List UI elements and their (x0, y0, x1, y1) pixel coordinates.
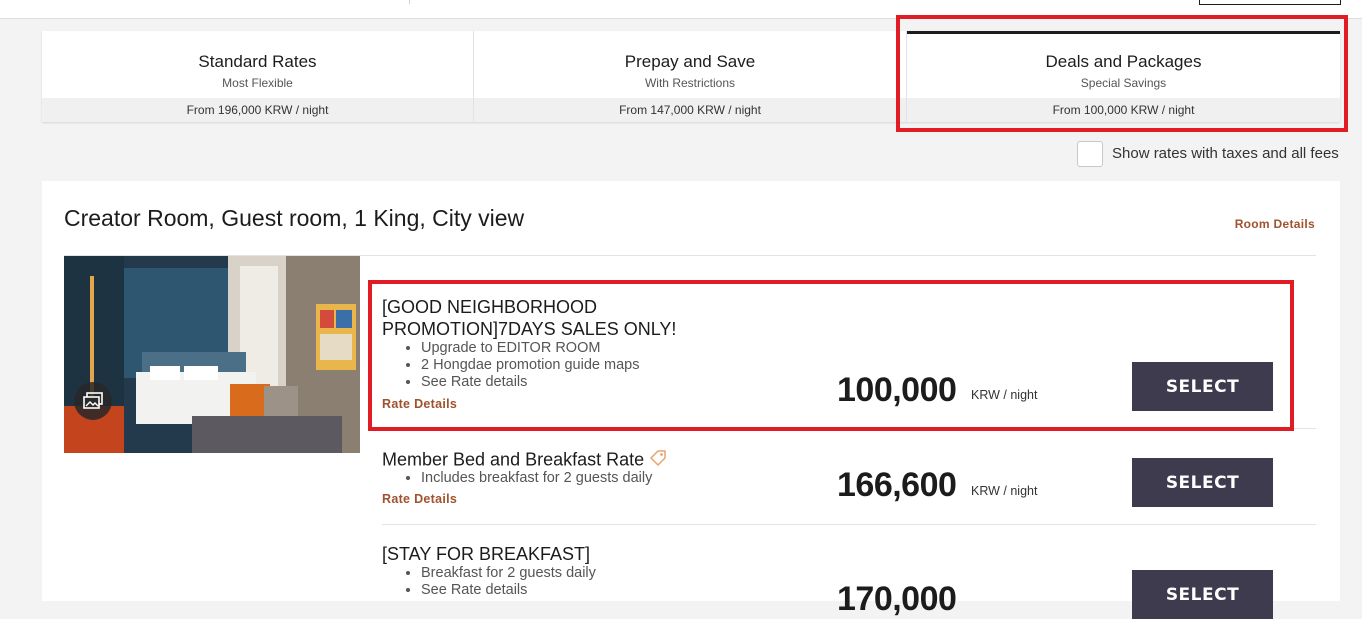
rate-price: 100,000 (837, 371, 957, 409)
active-tab-indicator (907, 31, 1340, 34)
list-item: Breakfast for 2 guests daily (421, 565, 596, 582)
list-item: 2 Hongdae promotion guide maps (421, 357, 639, 374)
rate-option-stay-for-breakfast: [STAY FOR BREAKFAST] Breakfast for 2 gue… (382, 531, 1316, 619)
tab-standard-rates[interactable]: Standard Rates Most Flexible From 196,00… (42, 31, 474, 122)
tab-title: Prepay and Save (624, 52, 756, 71)
rate-title-line-1: [GOOD NEIGHBORHOOD (382, 297, 598, 317)
tab-price: From 100,000 KRW / night (907, 98, 1340, 122)
room-details-link[interactable]: Room Details (1235, 217, 1315, 231)
room-card: Creator Room, Guest room, 1 King, City v… (42, 181, 1340, 619)
taxes-checkbox[interactable] (1077, 140, 1103, 167)
tab-price: From 196,000 KRW / night (42, 98, 473, 122)
rate-details-link[interactable]: Rate Details (382, 397, 457, 411)
rate-title-line-2: PROMOTION]7DAYS SALES ONLY! (382, 319, 677, 339)
list-item: Upgrade to EDITOR ROOM (421, 340, 639, 357)
tab-title: Standard Rates (198, 52, 317, 71)
list-item: Includes breakfast for 2 guests daily (421, 470, 652, 487)
rate-details-link[interactable]: Rate Details (382, 492, 457, 506)
rate-title: [STAY FOR BREAKFAST] (382, 544, 591, 564)
tab-subtitle: Most Flexible (222, 76, 293, 90)
rate-tabs: Standard Rates Most Flexible From 196,00… (42, 31, 1340, 122)
select-button[interactable]: SELECT (1132, 362, 1273, 411)
gallery-icon[interactable] (74, 382, 112, 420)
room-photo-image (64, 256, 360, 453)
rate-title-text: Member Bed and Breakfast Rate (382, 449, 645, 470)
tab-deals-and-packages[interactable]: Deals and Packages Special Savings From … (907, 31, 1340, 122)
divider (382, 428, 1316, 429)
rate-unit: KRW / night (971, 388, 1038, 402)
taxes-toggle[interactable]: Show rates with taxes and all fees (1077, 140, 1339, 167)
tab-subtitle: With Restrictions (644, 76, 736, 90)
room-title: Creator Room, Guest room, 1 King, City v… (64, 205, 525, 231)
select-button[interactable]: SELECT (1132, 570, 1273, 619)
top-bar-divider (409, 0, 410, 4)
tab-price: From 147,000 KRW / night (474, 98, 906, 122)
gallery-glyph (83, 392, 103, 409)
rate-option-member-bed-breakfast: Member Bed and Breakfast Rate Includes b… (382, 436, 1316, 526)
rate-benefits: Upgrade to EDITOR ROOM 2 Hongdae promoti… (382, 340, 639, 391)
rate-unit: KRW / night (971, 484, 1038, 498)
tab-title: Deals and Packages (1045, 52, 1202, 71)
divider (382, 524, 1316, 525)
tab-subtitle: Special Savings (1080, 76, 1167, 90)
rate-price: 170,000 (837, 580, 957, 618)
room-photo[interactable] (64, 256, 360, 453)
rate-benefits: Includes breakfast for 2 guests daily (382, 470, 652, 487)
taxes-label: Show rates with taxes and all fees (1112, 145, 1339, 162)
list-item: See Rate details (421, 582, 596, 599)
top-bar (0, 0, 1362, 19)
tab-prepay-and-save[interactable]: Prepay and Save With Restrictions From 1… (474, 31, 907, 122)
top-bar-button[interactable] (1199, 0, 1341, 5)
select-button[interactable]: SELECT (1132, 458, 1273, 507)
rate-option-good-neighborhood: [GOOD NEIGHBORHOOD PROMOTION]7DAYS SALES… (382, 291, 1316, 431)
rate-price: 166,600 (837, 466, 957, 504)
list-item: See Rate details (421, 374, 639, 391)
rate-title: [GOOD NEIGHBORHOOD PROMOTION]7DAYS SALES… (382, 296, 676, 340)
